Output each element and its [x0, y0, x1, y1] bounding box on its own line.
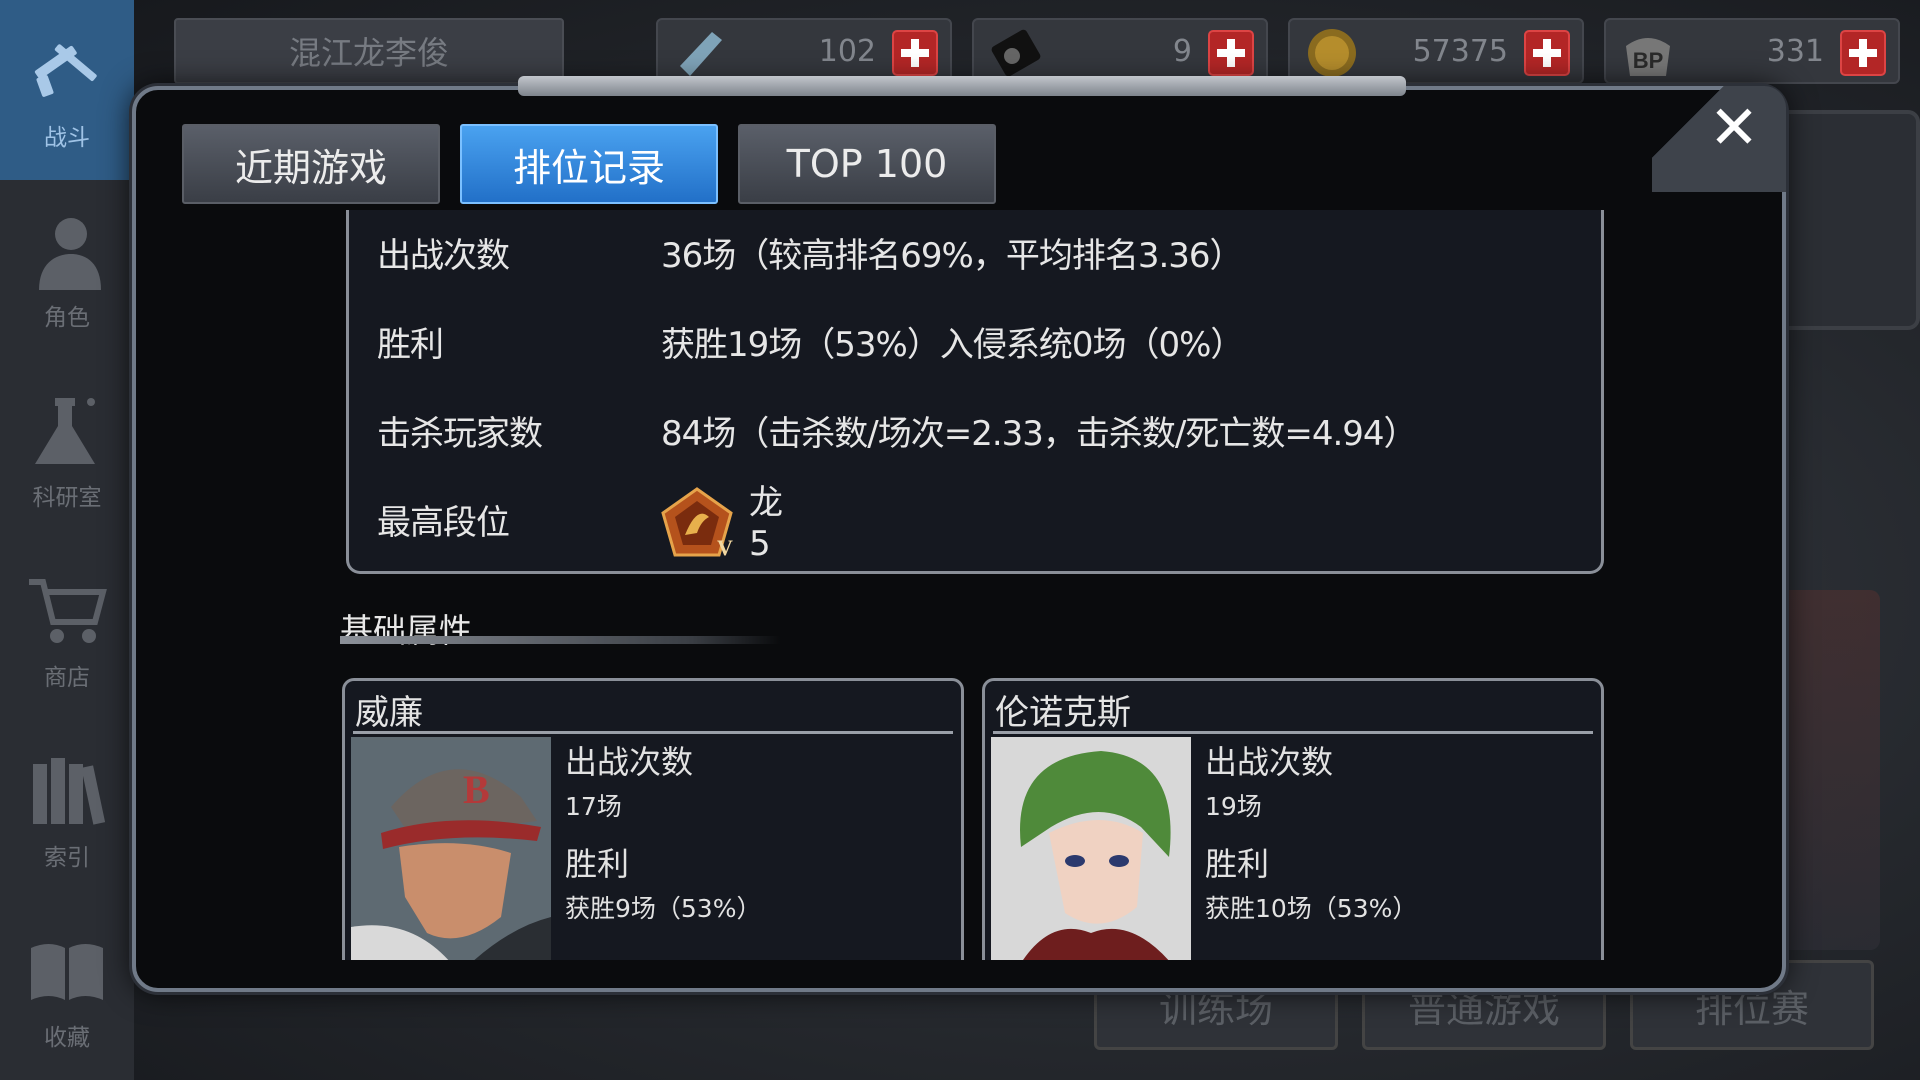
sidebar-item-index[interactable]: 索引 [0, 720, 134, 900]
currency-gold: 57375 [1288, 18, 1584, 84]
currency-bp: BP 331 [1604, 18, 1900, 84]
modal-top-bar [518, 76, 1406, 96]
wins-label: 胜利 [565, 845, 630, 883]
shopping-cart-icon [29, 579, 107, 643]
add-bp-button[interactable] [1840, 30, 1886, 76]
player-title: 混江龙李俊 [174, 18, 564, 84]
stat-label: 出战次数 [377, 235, 510, 276]
tab-recent-games[interactable]: 近期游戏 [182, 124, 440, 204]
ranked-stats-panel: 出战次数 36场（较高排名69%，平均排名3.36） 胜利 获胜19场（53%）… [346, 210, 1604, 574]
currency-value: 102 [818, 34, 876, 69]
crystal-icon [680, 32, 722, 76]
games-label: 出战次数 [1205, 743, 1334, 781]
sidebar-item-label: 收藏 [44, 1025, 90, 1051]
stat-label: 胜利 [377, 324, 444, 365]
sidebar-item-shop[interactable]: 商店 [0, 540, 134, 720]
wins-label: 胜利 [1205, 845, 1270, 883]
character-portrait-william: B [351, 737, 551, 960]
tab-ranked-record[interactable]: 排位记录 [460, 124, 718, 204]
games-value: 17场 [565, 792, 622, 821]
currency-value: 331 [1766, 34, 1824, 69]
bp-paw-icon: BP [1626, 38, 1670, 76]
stat-label: 最高段位 [377, 502, 510, 543]
sidebar-item-battle[interactable]: 战斗 [0, 0, 134, 180]
close-button[interactable]: ✕ [1702, 96, 1766, 160]
games-value: 19场 [1205, 792, 1262, 821]
sidebar-item-character[interactable]: 角色 [0, 180, 134, 360]
divider [353, 731, 953, 734]
section-title: 基础属性 [340, 611, 472, 650]
sidebar-item-collection[interactable]: 收藏 [0, 900, 134, 1080]
svg-text:B: B [463, 767, 490, 812]
sidebar-item-label: 商店 [44, 665, 90, 691]
sidebar-item-lab[interactable]: 科研室 [0, 360, 134, 540]
stat-value: 获胜19场（53%）入侵系统0场（0%） [661, 324, 1244, 365]
svg-text:V: V [717, 535, 733, 559]
character-card-william[interactable]: 威廉 B 出战次数 17场 胜利 获胜9场（53%） [342, 678, 964, 960]
divider [993, 731, 1593, 734]
tab-top-100[interactable]: TOP 100 [738, 124, 996, 204]
character-portrait-lennox [991, 737, 1191, 960]
character-name: 威廉 [355, 693, 423, 733]
sidebar-item-label: 战斗 [44, 125, 90, 151]
battle-guns-icon [34, 44, 97, 97]
add-gold-button[interactable] [1524, 30, 1570, 76]
lab-flask-icon [35, 398, 95, 464]
currency-crystal: 102 [656, 18, 952, 84]
ticket-disc-icon [991, 29, 1041, 77]
stat-value: 36场（较高排名69%，平均排名3.36） [661, 235, 1244, 276]
currency-value: 57375 [1412, 34, 1508, 69]
sidebar-item-label: 角色 [44, 305, 90, 331]
dragon-rank-badge-icon: V [661, 487, 733, 559]
open-book-icon [31, 944, 103, 1000]
add-crystal-button[interactable] [892, 30, 938, 76]
section-underline [340, 636, 780, 644]
character-card-lennox[interactable]: 伦诺克斯 出战次数 19场 胜利 获胜10场（53%） [982, 678, 1604, 960]
stat-value: 龙5 [749, 482, 783, 564]
sidebar-item-label: 索引 [44, 845, 90, 871]
background-panel [1770, 110, 1920, 1040]
character-icon [39, 218, 101, 290]
books-index-icon [33, 758, 106, 825]
gold-coin-icon [1308, 29, 1356, 77]
games-label: 出战次数 [565, 743, 694, 781]
character-name: 伦诺克斯 [995, 693, 1131, 733]
currency-value: 9 [1172, 34, 1192, 69]
stat-label: 击杀玩家数 [377, 413, 543, 454]
game-screen: 战斗 角色 科研室 商店 索引 收藏 混江龙李俊 102 9 57375 BP … [0, 0, 1920, 1080]
svg-text:BP: BP [1633, 48, 1664, 73]
add-ticket-button[interactable] [1208, 30, 1254, 76]
sidebar-item-label: 科研室 [32, 485, 102, 511]
left-sidebar: 战斗 角色 科研室 商店 索引 收藏 [0, 0, 134, 1080]
wins-value: 获胜10场（53%） [1205, 894, 1418, 923]
wins-value: 获胜9场（53%） [565, 894, 762, 923]
currency-ticket: 9 [972, 18, 1268, 84]
stat-value: 84场（击杀数/场次=2.33，击杀数/死亡数=4.94） [661, 413, 1418, 454]
